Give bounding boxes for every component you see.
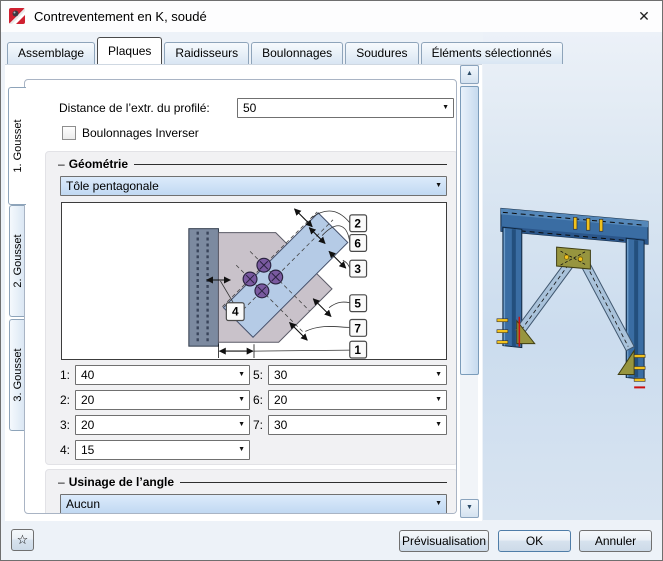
param-label-6: 6: [253, 393, 264, 407]
tab-plaques[interactable]: Plaques [97, 37, 163, 64]
window-title: Contreventement en K, soudé [34, 9, 207, 24]
side-tab-gousset-2[interactable]: 2. Gousset [9, 205, 25, 317]
app-icon [9, 8, 25, 24]
gusset-diagram: 2 6 3 5 7 1 4 [61, 202, 447, 360]
param-label-2: 2: [60, 393, 71, 407]
corner-group-title: – Usinage de l’angle [58, 474, 447, 490]
column-section [188, 228, 219, 347]
param-value-4: 15 [81, 443, 95, 457]
dropdown-arrow-icon: ▼ [435, 421, 442, 428]
param-combobox-2[interactable]: 20 ▼ [75, 390, 250, 410]
callout-6: 6 [354, 236, 361, 250]
tab-elements-selectionnes[interactable]: Éléments sélectionnés [420, 42, 563, 64]
callout-5: 5 [354, 297, 361, 311]
frame-3d-preview [496, 207, 649, 389]
gousset-panel: Distance de l’extr. du profilé: 50 ▼ Bou… [24, 79, 457, 514]
vertical-scrollbar[interactable]: ▲ ▼ [460, 65, 479, 518]
title-bar: Contreventement en K, soudé ✕ [1, 1, 662, 32]
dropdown-arrow-icon: ▼ [435, 396, 442, 403]
scrollbar-thumb[interactable] [460, 86, 479, 375]
callout-2: 2 [354, 217, 361, 231]
side-tab-gousset-3[interactable]: 3. Gousset [9, 319, 25, 431]
side-tab-label: 3. Gousset [11, 348, 24, 402]
tab-raidisseurs[interactable]: Raidisseurs [164, 42, 250, 64]
invert-bolts-checkbox[interactable] [62, 126, 76, 140]
preview-viewport[interactable] [483, 32, 662, 520]
param-label-7: 7: [253, 418, 264, 432]
param-combobox-5[interactable]: 30 ▼ [268, 365, 447, 385]
preview-button[interactable]: Prévisualisation [399, 530, 489, 552]
dropdown-arrow-icon: ▼ [238, 371, 245, 378]
callout-4: 4 [232, 305, 239, 319]
tab-boulonnages[interactable]: Boulonnages [251, 42, 344, 64]
group-dash: – [58, 475, 65, 489]
distance-label: Distance de l’extr. du profilé: [59, 101, 210, 115]
param-label-5: 5: [253, 368, 264, 382]
param-value-1: 40 [81, 368, 95, 382]
param-combobox-4[interactable]: 15 ▼ [75, 440, 250, 460]
param-combobox-7[interactable]: 30 ▼ [268, 415, 447, 435]
side-tab-label: 2. Gousset [11, 234, 24, 288]
group-rule [134, 163, 447, 165]
favorite-star-button[interactable]: ☆ [11, 529, 34, 551]
geometry-group: – Géométrie Tôle pentagonale ▼ 2 6 3 5 7… [45, 151, 456, 465]
scroll-down-button[interactable]: ▼ [460, 499, 479, 518]
group-title-text: Usinage de l’angle [68, 475, 175, 489]
callout-7: 7 [354, 321, 361, 335]
param-value-6: 20 [274, 393, 288, 407]
dropdown-arrow-icon: ▼ [238, 421, 245, 428]
group-title-text: Géométrie [68, 157, 129, 171]
dropdown-arrow-icon: ▼ [435, 371, 442, 378]
distance-combobox[interactable]: 50 ▼ [237, 98, 454, 118]
corner-machining-combobox[interactable]: Aucun ▼ [60, 494, 447, 513]
dropdown-arrow-icon: ▼ [442, 104, 449, 111]
param-label-4: 4: [60, 443, 71, 457]
param-combobox-1[interactable]: 40 ▼ [75, 365, 250, 385]
param-value-7: 30 [274, 418, 288, 432]
dropdown-arrow-icon: ▼ [435, 182, 442, 189]
ok-button[interactable]: OK [498, 530, 571, 552]
side-tab-gousset-1[interactable]: 1. Gousset [8, 87, 26, 205]
param-value-5: 30 [274, 368, 288, 382]
cancel-button[interactable]: Annuler [579, 530, 652, 552]
invert-bolts-label: Boulonnages Inverser [82, 126, 199, 140]
plate-shape-combobox[interactable]: Tôle pentagonale ▼ [60, 176, 447, 196]
param-combobox-3[interactable]: 20 ▼ [75, 415, 250, 435]
callout-1: 1 [354, 343, 361, 357]
side-tab-label: 1. Gousset [11, 119, 24, 173]
distance-value: 50 [243, 101, 257, 115]
param-value-2: 20 [81, 393, 95, 407]
param-combobox-6[interactable]: 20 ▼ [268, 390, 447, 410]
dropdown-arrow-icon: ▼ [435, 500, 442, 507]
scroll-up-button[interactable]: ▲ [460, 65, 479, 84]
tab-soudures[interactable]: Soudures [345, 42, 419, 64]
group-rule [180, 481, 447, 483]
tab-strip: Assemblage Plaques Raidisseurs Boulonnag… [7, 37, 565, 64]
param-value-3: 20 [81, 418, 95, 432]
geometry-group-title: – Géométrie [58, 156, 447, 172]
dialog-window: Contreventement en K, soudé ✕ Assemblage… [0, 0, 663, 561]
close-button[interactable]: ✕ [630, 3, 658, 29]
dropdown-arrow-icon: ▼ [238, 396, 245, 403]
callout-3: 3 [354, 262, 361, 276]
gusset-diagram-svg: 2 6 3 5 7 1 4 [188, 208, 368, 359]
param-label-3: 3: [60, 418, 71, 432]
group-dash: – [58, 157, 65, 171]
dropdown-arrow-icon: ▼ [238, 446, 245, 453]
corner-machining-value: Aucun [66, 497, 101, 511]
tab-page: 1. Gousset 2. Gousset 3. Gousset Distanc… [5, 64, 482, 521]
param-label-1: 1: [60, 368, 71, 382]
corner-machining-group: – Usinage de l’angle Aucun ▼ [45, 469, 456, 513]
plate-shape-value: Tôle pentagonale [66, 179, 159, 193]
tab-assemblage[interactable]: Assemblage [7, 42, 96, 64]
